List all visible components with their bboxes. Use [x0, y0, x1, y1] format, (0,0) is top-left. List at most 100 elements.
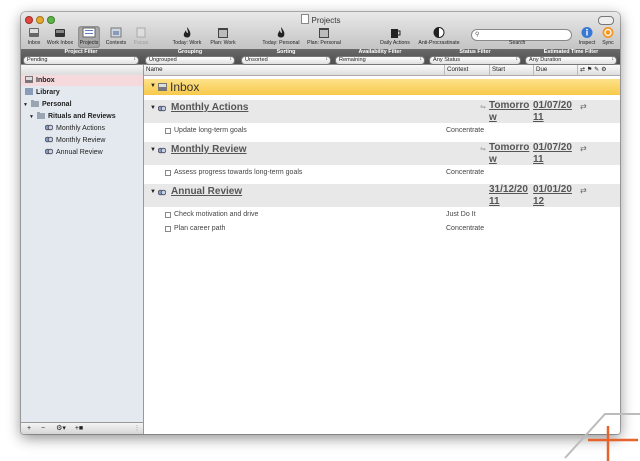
column-context[interactable]: Context: [444, 65, 489, 75]
start-date[interactable]: 31/12/2011: [489, 184, 531, 208]
availability-select[interactable]: Remaining: [335, 56, 425, 65]
sync-icon: [602, 27, 614, 38]
flame-icon: [183, 27, 191, 38]
task-row[interactable]: Check motivation and drive Just Do It: [144, 209, 620, 220]
project-name[interactable]: Monthly Review: [171, 144, 247, 155]
estimated-time-select[interactable]: Any Duration: [525, 56, 617, 65]
task-checkbox[interactable]: [165, 128, 171, 134]
toolbar-anti-procrastinate-button[interactable]: Anti-Procrastinate: [417, 26, 461, 48]
inbox-title: Inbox: [170, 80, 200, 94]
task-name: Plan career path: [174, 225, 226, 232]
project-icon: [158, 147, 166, 154]
action-menu-button[interactable]: ⚙▾: [53, 423, 69, 434]
sidebar-item-monthly-actions[interactable]: Monthly Actions: [21, 123, 143, 134]
add-folder-button[interactable]: +■: [71, 423, 87, 434]
sorting-select[interactable]: Unsorted: [241, 56, 331, 65]
remove-button[interactable]: −: [37, 423, 49, 434]
toolbar-toggle-button[interactable]: [598, 16, 614, 25]
search-label: Search: [509, 40, 526, 46]
disclosure-triangle-icon[interactable]: ▼: [150, 189, 156, 195]
toolbar-contexts-button[interactable]: Contexts: [103, 26, 129, 48]
project-row[interactable]: ▼ Annual Review 31/12/2011 01/01/2012 ⇄: [144, 184, 620, 207]
note-icon: ⇋: [480, 146, 486, 153]
inbox-group-row[interactable]: ▼ Inbox: [144, 79, 620, 95]
start-date[interactable]: Tomorrow: [489, 100, 531, 124]
toolbar-today-work-button[interactable]: Today: Work: [169, 26, 205, 48]
project-row[interactable]: ▼ Monthly Actions ⇋ Tomorrow 01/07/2011 …: [144, 100, 620, 123]
task-row[interactable]: Assess progress towards long-term goals …: [144, 167, 620, 178]
sync-button[interactable]: Sync: [599, 26, 617, 48]
contexts-icon: [110, 27, 122, 38]
sidebar-item-rituals-and-reviews[interactable]: ▼ Rituals and Reviews: [21, 111, 143, 122]
toolbar-plan-personal-button[interactable]: Plan: Personal: [305, 26, 343, 48]
toolbar-inbox-button[interactable]: Inbox: [23, 26, 45, 48]
due-date[interactable]: 01/01/2012: [533, 184, 575, 208]
column-start[interactable]: Start: [489, 65, 533, 75]
toolbar-daily-actions-button[interactable]: Daily Actions: [377, 26, 413, 48]
status-filter: Status Filter Any Status: [429, 49, 521, 65]
toolbar-projects-button[interactable]: Projects: [78, 26, 100, 48]
task-row[interactable]: Plan career path Concentrate: [144, 223, 620, 234]
project-icon: [158, 189, 166, 196]
task-name: Check motivation and drive: [174, 211, 259, 218]
window-title: Projects: [21, 14, 620, 25]
add-button[interactable]: +: [23, 423, 35, 434]
due-date[interactable]: 01/07/2011: [533, 100, 575, 124]
library-icon: [25, 88, 33, 95]
sidebar-item-monthly-review[interactable]: Monthly Review: [21, 135, 143, 146]
project-icon: [45, 148, 53, 155]
task-context: Concentrate: [446, 169, 485, 176]
repeat-icon: ⇄: [580, 186, 587, 195]
grouping-select[interactable]: Ungrouped: [145, 56, 235, 65]
column-due[interactable]: Due: [533, 65, 577, 75]
project-icon: [158, 105, 166, 112]
status-select[interactable]: Any Status: [429, 56, 521, 65]
inbox-icon: [29, 28, 39, 37]
calendar-icon: [218, 28, 228, 38]
disclosure-triangle-icon[interactable]: ▼: [29, 114, 34, 120]
inspect-button[interactable]: Inspect: [577, 26, 597, 48]
task-checkbox[interactable]: [165, 226, 171, 232]
task-row[interactable]: Update long-term goals Concentrate: [144, 125, 620, 136]
disclosure-triangle-icon[interactable]: ▼: [150, 83, 156, 89]
sidebar-item-inbox[interactable]: Inbox: [21, 75, 143, 86]
toolbar-plan-work-button[interactable]: Plan: Work: [207, 26, 239, 48]
task-name: Assess progress towards long-term goals: [174, 169, 303, 176]
toolbar-focus-button[interactable]: Focus: [131, 26, 151, 48]
project-row[interactable]: ▼ Monthly Review ⇋ Tomorrow 01/07/2011 ⇄: [144, 142, 620, 165]
inbox-icon: [158, 83, 167, 91]
availability-filter: Availability Filter Remaining: [335, 49, 425, 65]
start-date[interactable]: Tomorrow: [489, 142, 531, 166]
search-icon: ⚲: [475, 32, 480, 38]
project-filter-select[interactable]: Pending: [23, 56, 139, 65]
sidebar-item-library[interactable]: Library: [21, 87, 143, 98]
due-date[interactable]: 01/07/2011: [533, 142, 575, 166]
coffee-icon: [391, 29, 401, 38]
focus-icon: [136, 27, 146, 38]
project-name[interactable]: Annual Review: [171, 186, 242, 197]
disclosure-triangle-icon[interactable]: ▼: [23, 102, 28, 108]
inbox-icon: [25, 76, 33, 83]
task-checkbox[interactable]: [165, 170, 171, 176]
toolbar-today-personal-button[interactable]: Today: Personal: [259, 26, 303, 48]
task-checkbox[interactable]: [165, 212, 171, 218]
folder-icon: [36, 112, 45, 119]
column-header: Name Context Start Due ⇄ ⚑ ✎ ⚙: [144, 65, 620, 76]
grouping-filter: Grouping Ungrouped: [145, 49, 235, 65]
resize-handle-icon[interactable]: ⋮: [133, 423, 141, 434]
flame-icon: [277, 27, 285, 38]
sidebar-item-personal[interactable]: ▼ Personal: [21, 99, 143, 110]
column-name[interactable]: Name: [144, 65, 444, 75]
project-filter: Project Filter Pending: [23, 49, 139, 65]
toolbar-work-inbox-button[interactable]: Work Inbox: [45, 26, 75, 48]
project-name[interactable]: Monthly Actions: [171, 102, 248, 113]
brand-logo-icon: [564, 413, 640, 461]
disclosure-triangle-icon[interactable]: ▼: [150, 105, 156, 111]
task-name: Update long-term goals: [174, 127, 247, 134]
sidebar-item-annual-review[interactable]: Annual Review: [21, 147, 143, 158]
sidebar: Inbox Library ▼ Personal ▼ Rituals and Rev…: [21, 65, 144, 434]
sidebar-footer: + − ⚙▾ +■ ⋮: [21, 422, 143, 434]
note-icon: ⇋: [480, 104, 486, 111]
folder-icon: [30, 100, 39, 107]
disclosure-triangle-icon[interactable]: ▼: [150, 147, 156, 153]
